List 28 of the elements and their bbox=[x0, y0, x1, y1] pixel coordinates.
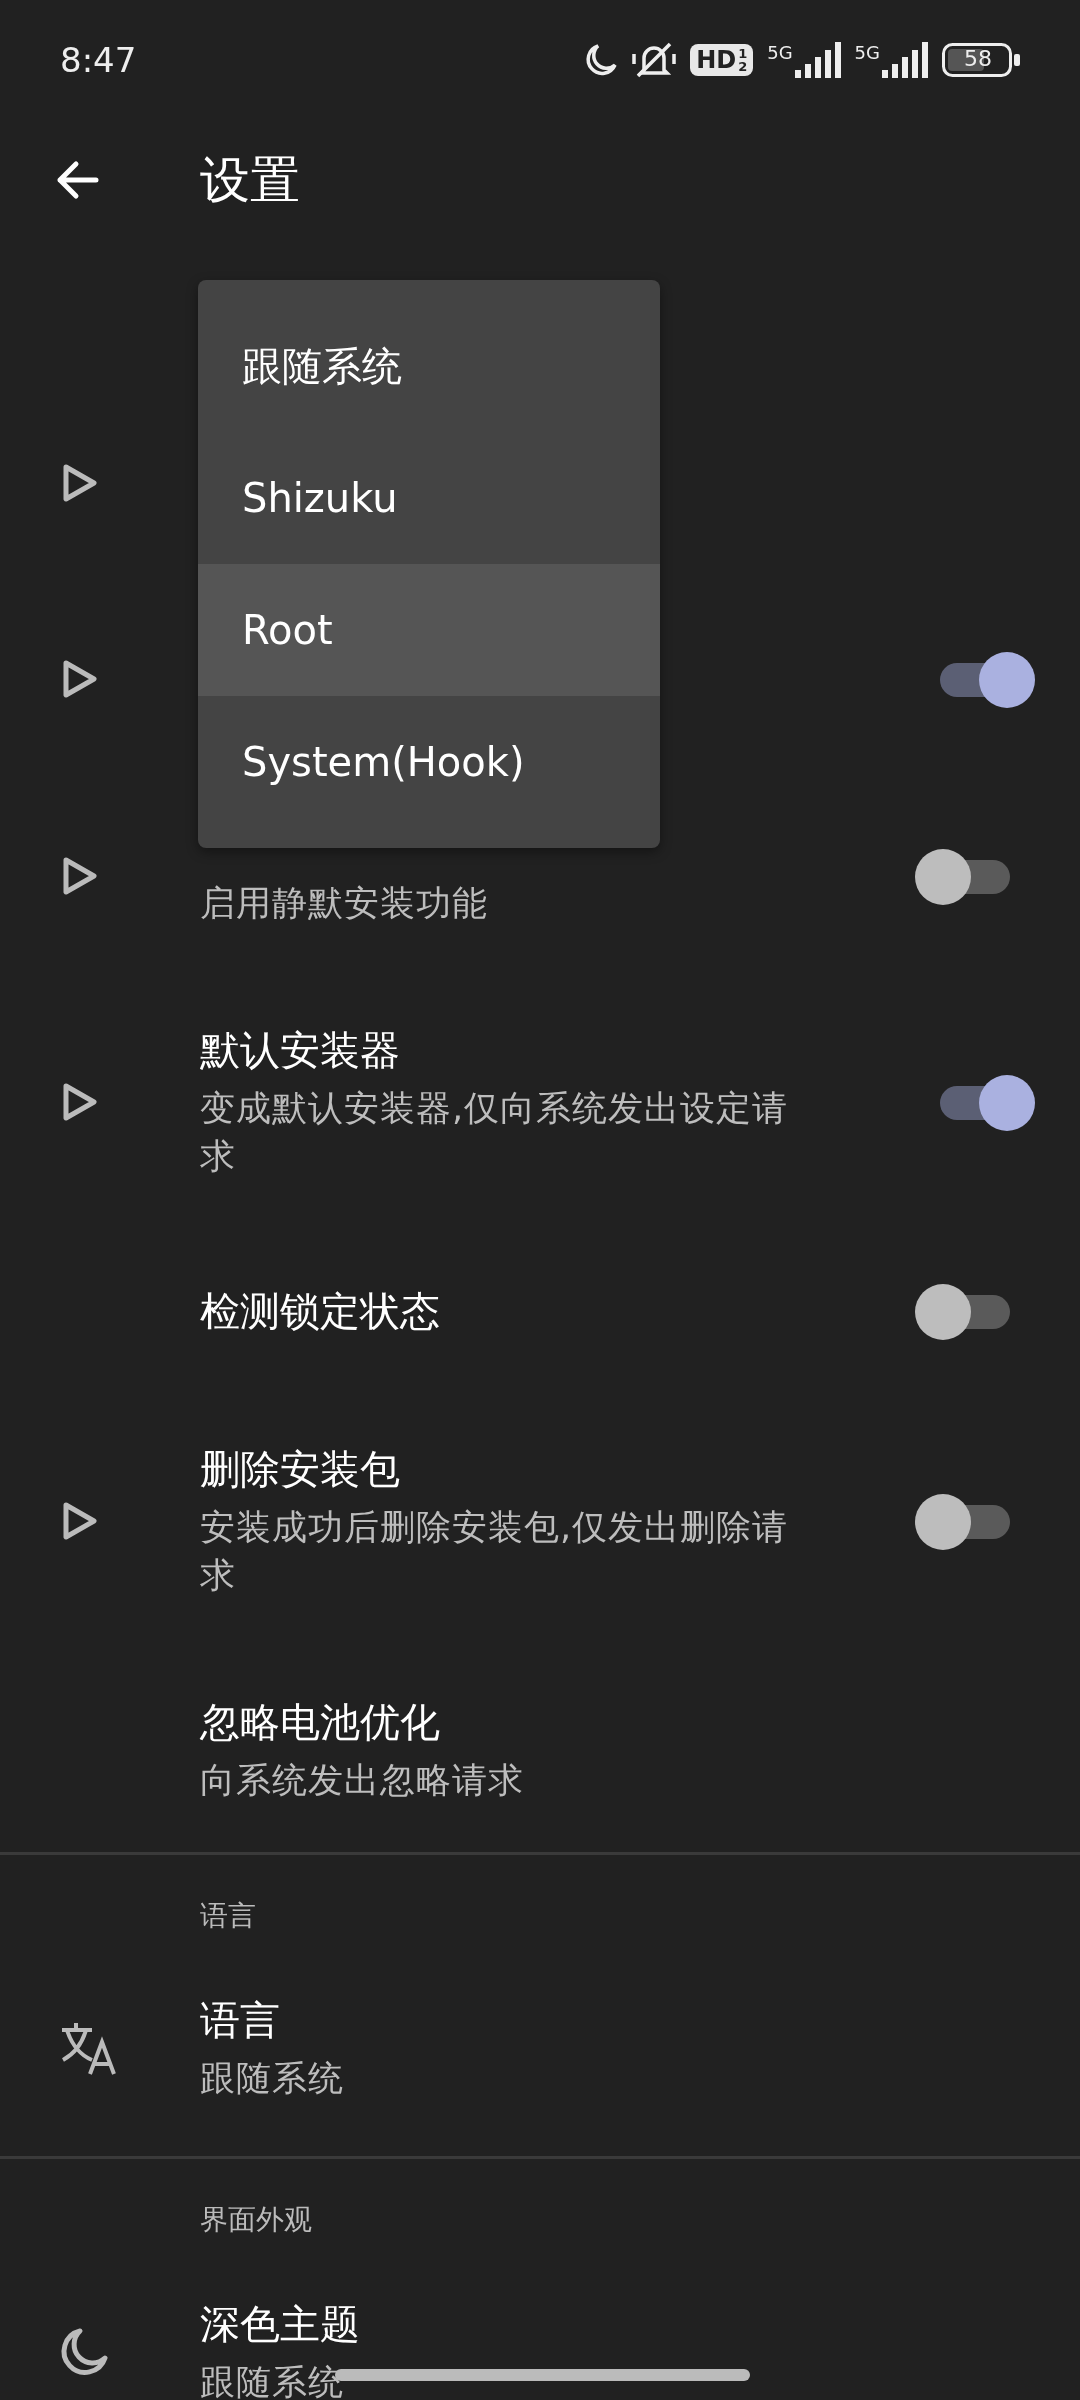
signal-icon bbox=[882, 42, 928, 78]
setting-description: 跟随系统 bbox=[200, 2057, 344, 2100]
screen-title: 设置 bbox=[200, 149, 300, 211]
menu-item[interactable]: Root bbox=[198, 564, 660, 696]
status-time: 8:47 bbox=[60, 40, 137, 80]
menu-item[interactable]: Shizuku bbox=[198, 432, 660, 564]
menu-item[interactable]: System(Hook) bbox=[198, 696, 660, 828]
moon-icon bbox=[584, 43, 619, 77]
setting-description: 向系统发出忽略请求 bbox=[200, 1759, 524, 1802]
battery-icon bbox=[942, 43, 1020, 77]
battery-level: 58 bbox=[964, 46, 992, 72]
setting-title: 删除安装包 bbox=[200, 1445, 400, 1494]
setting-title: 忽略电池优化 bbox=[200, 1698, 440, 1747]
setting-description: 启用静默安装功能 bbox=[200, 882, 488, 925]
network-type: 5G bbox=[767, 42, 793, 63]
muted-bell-icon bbox=[632, 40, 677, 80]
section-header: 界面外观 bbox=[199, 2202, 313, 2238]
section-header: 语言 bbox=[199, 1898, 257, 1934]
network-type: 5G bbox=[854, 42, 880, 63]
setting-title: 检测锁定状态 bbox=[200, 1286, 440, 1336]
setting-description: 安装成功后删除安装包,仅发出删除请求 bbox=[200, 1506, 790, 1597]
setting-title: 默认安装器 bbox=[200, 1026, 400, 1075]
signal-icon bbox=[794, 42, 841, 78]
setting-title: 深色主题 bbox=[200, 2300, 360, 2349]
setting-title: 语言 bbox=[200, 1996, 280, 2045]
setting-description: 跟随系统 bbox=[200, 2361, 344, 2400]
menu-item[interactable]: 跟随系统 bbox=[198, 300, 660, 432]
setting-description: 变成默认安装器,仅向系统发出设定请求 bbox=[200, 1087, 790, 1178]
